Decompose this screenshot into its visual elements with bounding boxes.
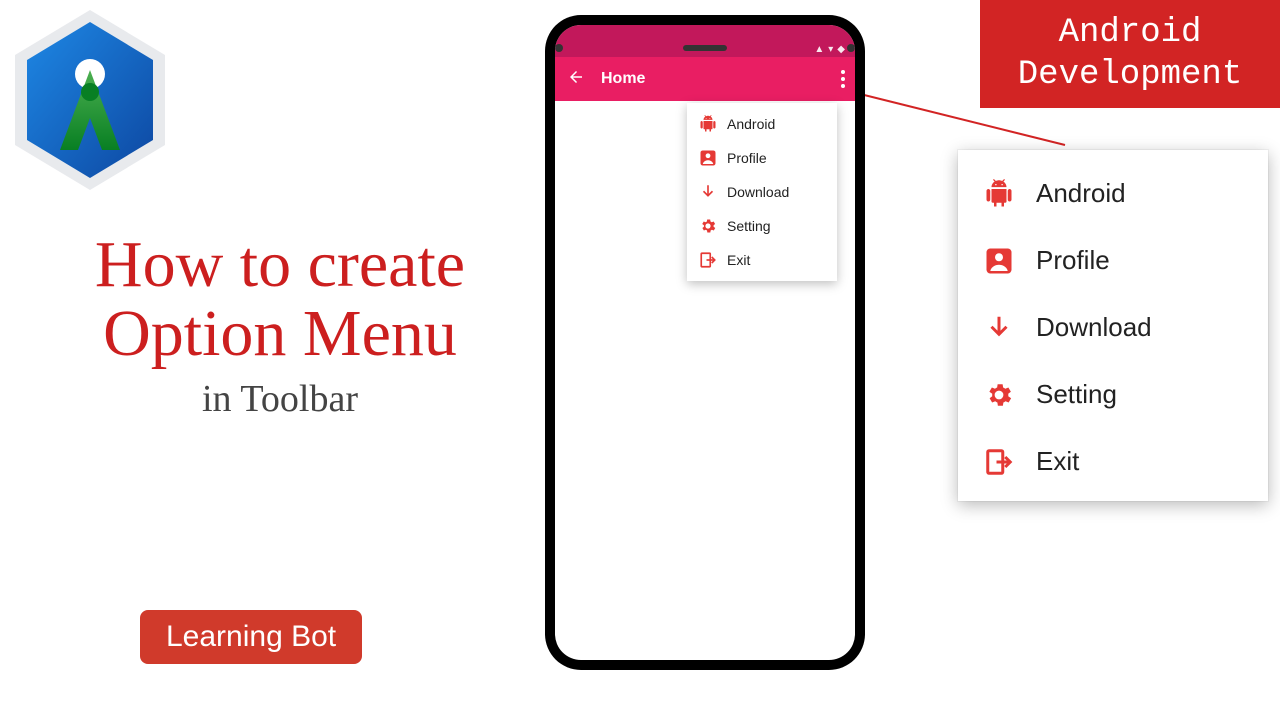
phone-mockup: ▲▾◆ Home Android Profile [545, 15, 865, 670]
setting-icon [984, 380, 1014, 410]
banner-line-1: Android [980, 12, 1280, 55]
menu-item-download[interactable]: Download [687, 175, 837, 209]
exit-icon [699, 251, 717, 269]
menu-item-profile[interactable]: Profile [687, 141, 837, 175]
menu-item-android[interactable]: Android [687, 107, 837, 141]
toolbar-title: Home [601, 70, 645, 88]
android-icon [699, 115, 717, 133]
app-toolbar: Home [555, 57, 855, 101]
phone-notch [555, 41, 855, 55]
android-studio-logo [0, 0, 190, 200]
page-title: How to create Option Menu in Toolbar [30, 230, 530, 421]
android-icon [984, 179, 1014, 209]
menu-item-exit[interactable]: Exit [958, 428, 1268, 495]
setting-icon [699, 217, 717, 235]
menu-item-label: Android [1036, 178, 1126, 209]
menu-item-label: Setting [1036, 379, 1117, 410]
menu-item-label: Setting [727, 218, 771, 234]
download-icon [984, 313, 1014, 343]
back-arrow-icon[interactable] [567, 68, 585, 91]
phone-screen: ▲▾◆ Home Android Profile [555, 25, 855, 660]
title-line-2: Option Menu [30, 299, 530, 368]
menu-item-label: Exit [1036, 446, 1079, 477]
menu-item-label: Download [1036, 312, 1152, 343]
menu-item-setting[interactable]: Setting [687, 209, 837, 243]
options-menu-zoom: Android Profile Download Setting Exit [958, 150, 1268, 501]
android-development-banner: Android Development [980, 0, 1280, 108]
title-subtext: in Toolbar [30, 377, 530, 421]
menu-item-android[interactable]: Android [958, 160, 1268, 227]
menu-item-setting[interactable]: Setting [958, 361, 1268, 428]
menu-item-label: Profile [1036, 245, 1110, 276]
menu-item-profile[interactable]: Profile [958, 227, 1268, 294]
options-menu-small: Android Profile Download Setting [687, 103, 837, 281]
learning-bot-chip: Learning Bot [140, 610, 362, 664]
menu-item-label: Download [727, 184, 789, 200]
profile-icon [699, 149, 717, 167]
menu-item-exit[interactable]: Exit [687, 243, 837, 277]
profile-icon [984, 246, 1014, 276]
menu-item-label: Exit [727, 252, 750, 268]
overflow-menu-icon[interactable] [841, 70, 845, 88]
exit-icon [984, 447, 1014, 477]
menu-item-download[interactable]: Download [958, 294, 1268, 361]
title-line-1: How to create [30, 230, 530, 299]
banner-line-2: Development [980, 54, 1280, 97]
menu-item-label: Android [727, 116, 775, 132]
menu-item-label: Profile [727, 150, 767, 166]
download-icon [699, 183, 717, 201]
